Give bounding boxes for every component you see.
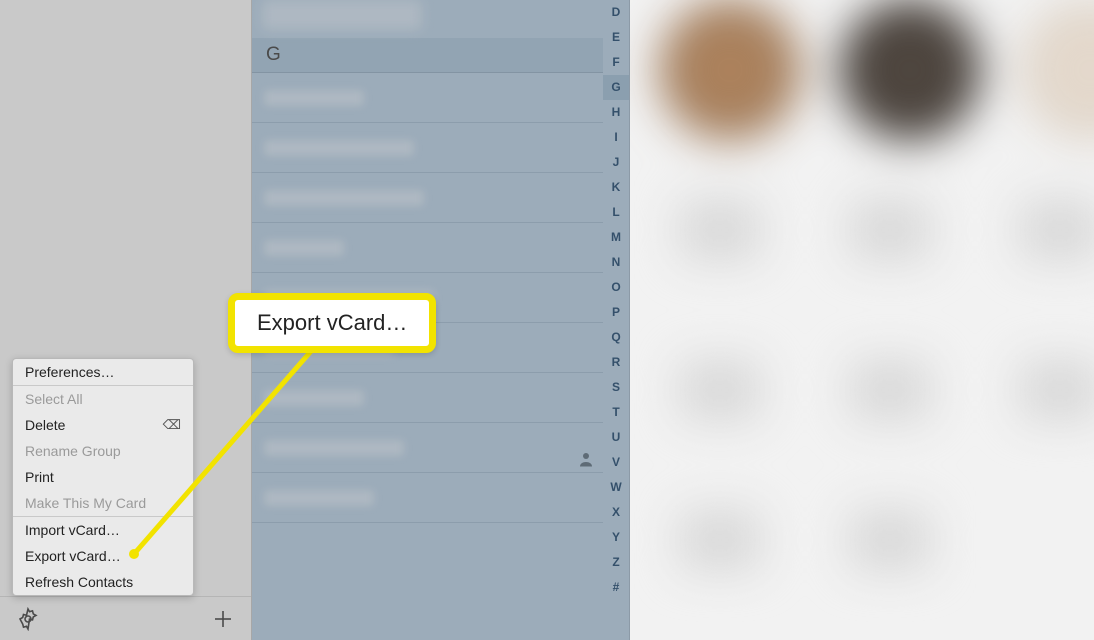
alpha-index-letter[interactable]: K bbox=[603, 175, 629, 200]
alpha-index-letter[interactable]: O bbox=[603, 275, 629, 300]
alpha-index-letter[interactable]: N bbox=[603, 250, 629, 275]
alpha-index-letter[interactable]: I bbox=[603, 125, 629, 150]
alpha-index-letter[interactable]: L bbox=[603, 200, 629, 225]
gear-icon[interactable] bbox=[16, 607, 40, 631]
detail-pane bbox=[630, 0, 1094, 640]
alpha-index-letter[interactable]: T bbox=[603, 400, 629, 425]
list-item[interactable] bbox=[252, 473, 603, 523]
menu-rename-group: Rename Group bbox=[13, 438, 193, 464]
contact-name-blurred bbox=[264, 390, 364, 406]
contact-name-blurred bbox=[264, 190, 424, 206]
contact-name-blurred bbox=[264, 90, 364, 106]
alpha-index-letter[interactable]: # bbox=[603, 575, 629, 600]
menu-delete[interactable]: Delete ⌫ bbox=[13, 412, 193, 438]
list-item[interactable] bbox=[252, 173, 603, 223]
alpha-index-letter[interactable]: J bbox=[603, 150, 629, 175]
alpha-index-letter[interactable]: X bbox=[603, 500, 629, 525]
list-item[interactable] bbox=[252, 223, 603, 273]
menu-make-my-card: Make This My Card bbox=[13, 490, 193, 516]
context-menu: Preferences… Select All Delete ⌫ Rename … bbox=[12, 358, 194, 596]
contact-name-blurred bbox=[264, 140, 414, 156]
list-item[interactable] bbox=[252, 373, 603, 423]
menu-select-all: Select All bbox=[13, 386, 193, 412]
alpha-index-letter[interactable]: G bbox=[603, 75, 629, 100]
list-item[interactable] bbox=[252, 73, 603, 123]
alpha-index-letter[interactable]: E bbox=[603, 25, 629, 50]
plus-icon[interactable] bbox=[211, 607, 235, 631]
sidebar-toolbar bbox=[0, 596, 251, 640]
contact-name-blurred bbox=[264, 440, 404, 456]
alpha-index-letter[interactable]: H bbox=[603, 100, 629, 125]
list-item[interactable] bbox=[252, 123, 603, 173]
menu-import-vcard[interactable]: Import vCard… bbox=[13, 517, 193, 543]
alpha-index-letter[interactable]: U bbox=[603, 425, 629, 450]
alpha-index[interactable]: DEFGHIJKLMNOPQRSTUVWXYZ# bbox=[603, 0, 629, 640]
alpha-index-letter[interactable]: P bbox=[603, 300, 629, 325]
detail-blurred-content bbox=[630, 0, 1094, 640]
callout-text: Export vCard… bbox=[257, 310, 407, 335]
person-icon bbox=[577, 450, 595, 468]
contact-name-blurred bbox=[264, 240, 344, 256]
alpha-index-letter[interactable]: R bbox=[603, 350, 629, 375]
backspace-icon: ⌫ bbox=[163, 417, 181, 433]
menu-export-vcard[interactable]: Export vCard… bbox=[13, 543, 193, 569]
app-root: G DEFGHIJKLMNOPQRSTUVWXYZ# Preferences… … bbox=[0, 0, 1094, 640]
alpha-index-letter[interactable]: S bbox=[603, 375, 629, 400]
menu-print[interactable]: Print bbox=[13, 464, 193, 490]
list-item[interactable] bbox=[252, 423, 603, 473]
contact-card-blurred bbox=[262, 0, 422, 30]
alpha-index-letter[interactable]: F bbox=[603, 50, 629, 75]
callout-bubble: Export vCard… bbox=[228, 293, 436, 353]
menu-refresh-contacts[interactable]: Refresh Contacts bbox=[13, 569, 193, 595]
alpha-index-letter[interactable]: Y bbox=[603, 525, 629, 550]
alpha-index-letter[interactable]: V bbox=[603, 450, 629, 475]
alpha-index-letter[interactable]: Q bbox=[603, 325, 629, 350]
alpha-index-letter[interactable]: M bbox=[603, 225, 629, 250]
menu-delete-label: Delete bbox=[25, 417, 65, 433]
alpha-index-letter[interactable]: D bbox=[603, 0, 629, 25]
alpha-index-letter[interactable]: Z bbox=[603, 550, 629, 575]
menu-preferences[interactable]: Preferences… bbox=[13, 359, 193, 385]
section-header: G bbox=[252, 38, 603, 73]
alpha-index-letter[interactable]: W bbox=[603, 475, 629, 500]
contact-name-blurred bbox=[264, 490, 374, 506]
